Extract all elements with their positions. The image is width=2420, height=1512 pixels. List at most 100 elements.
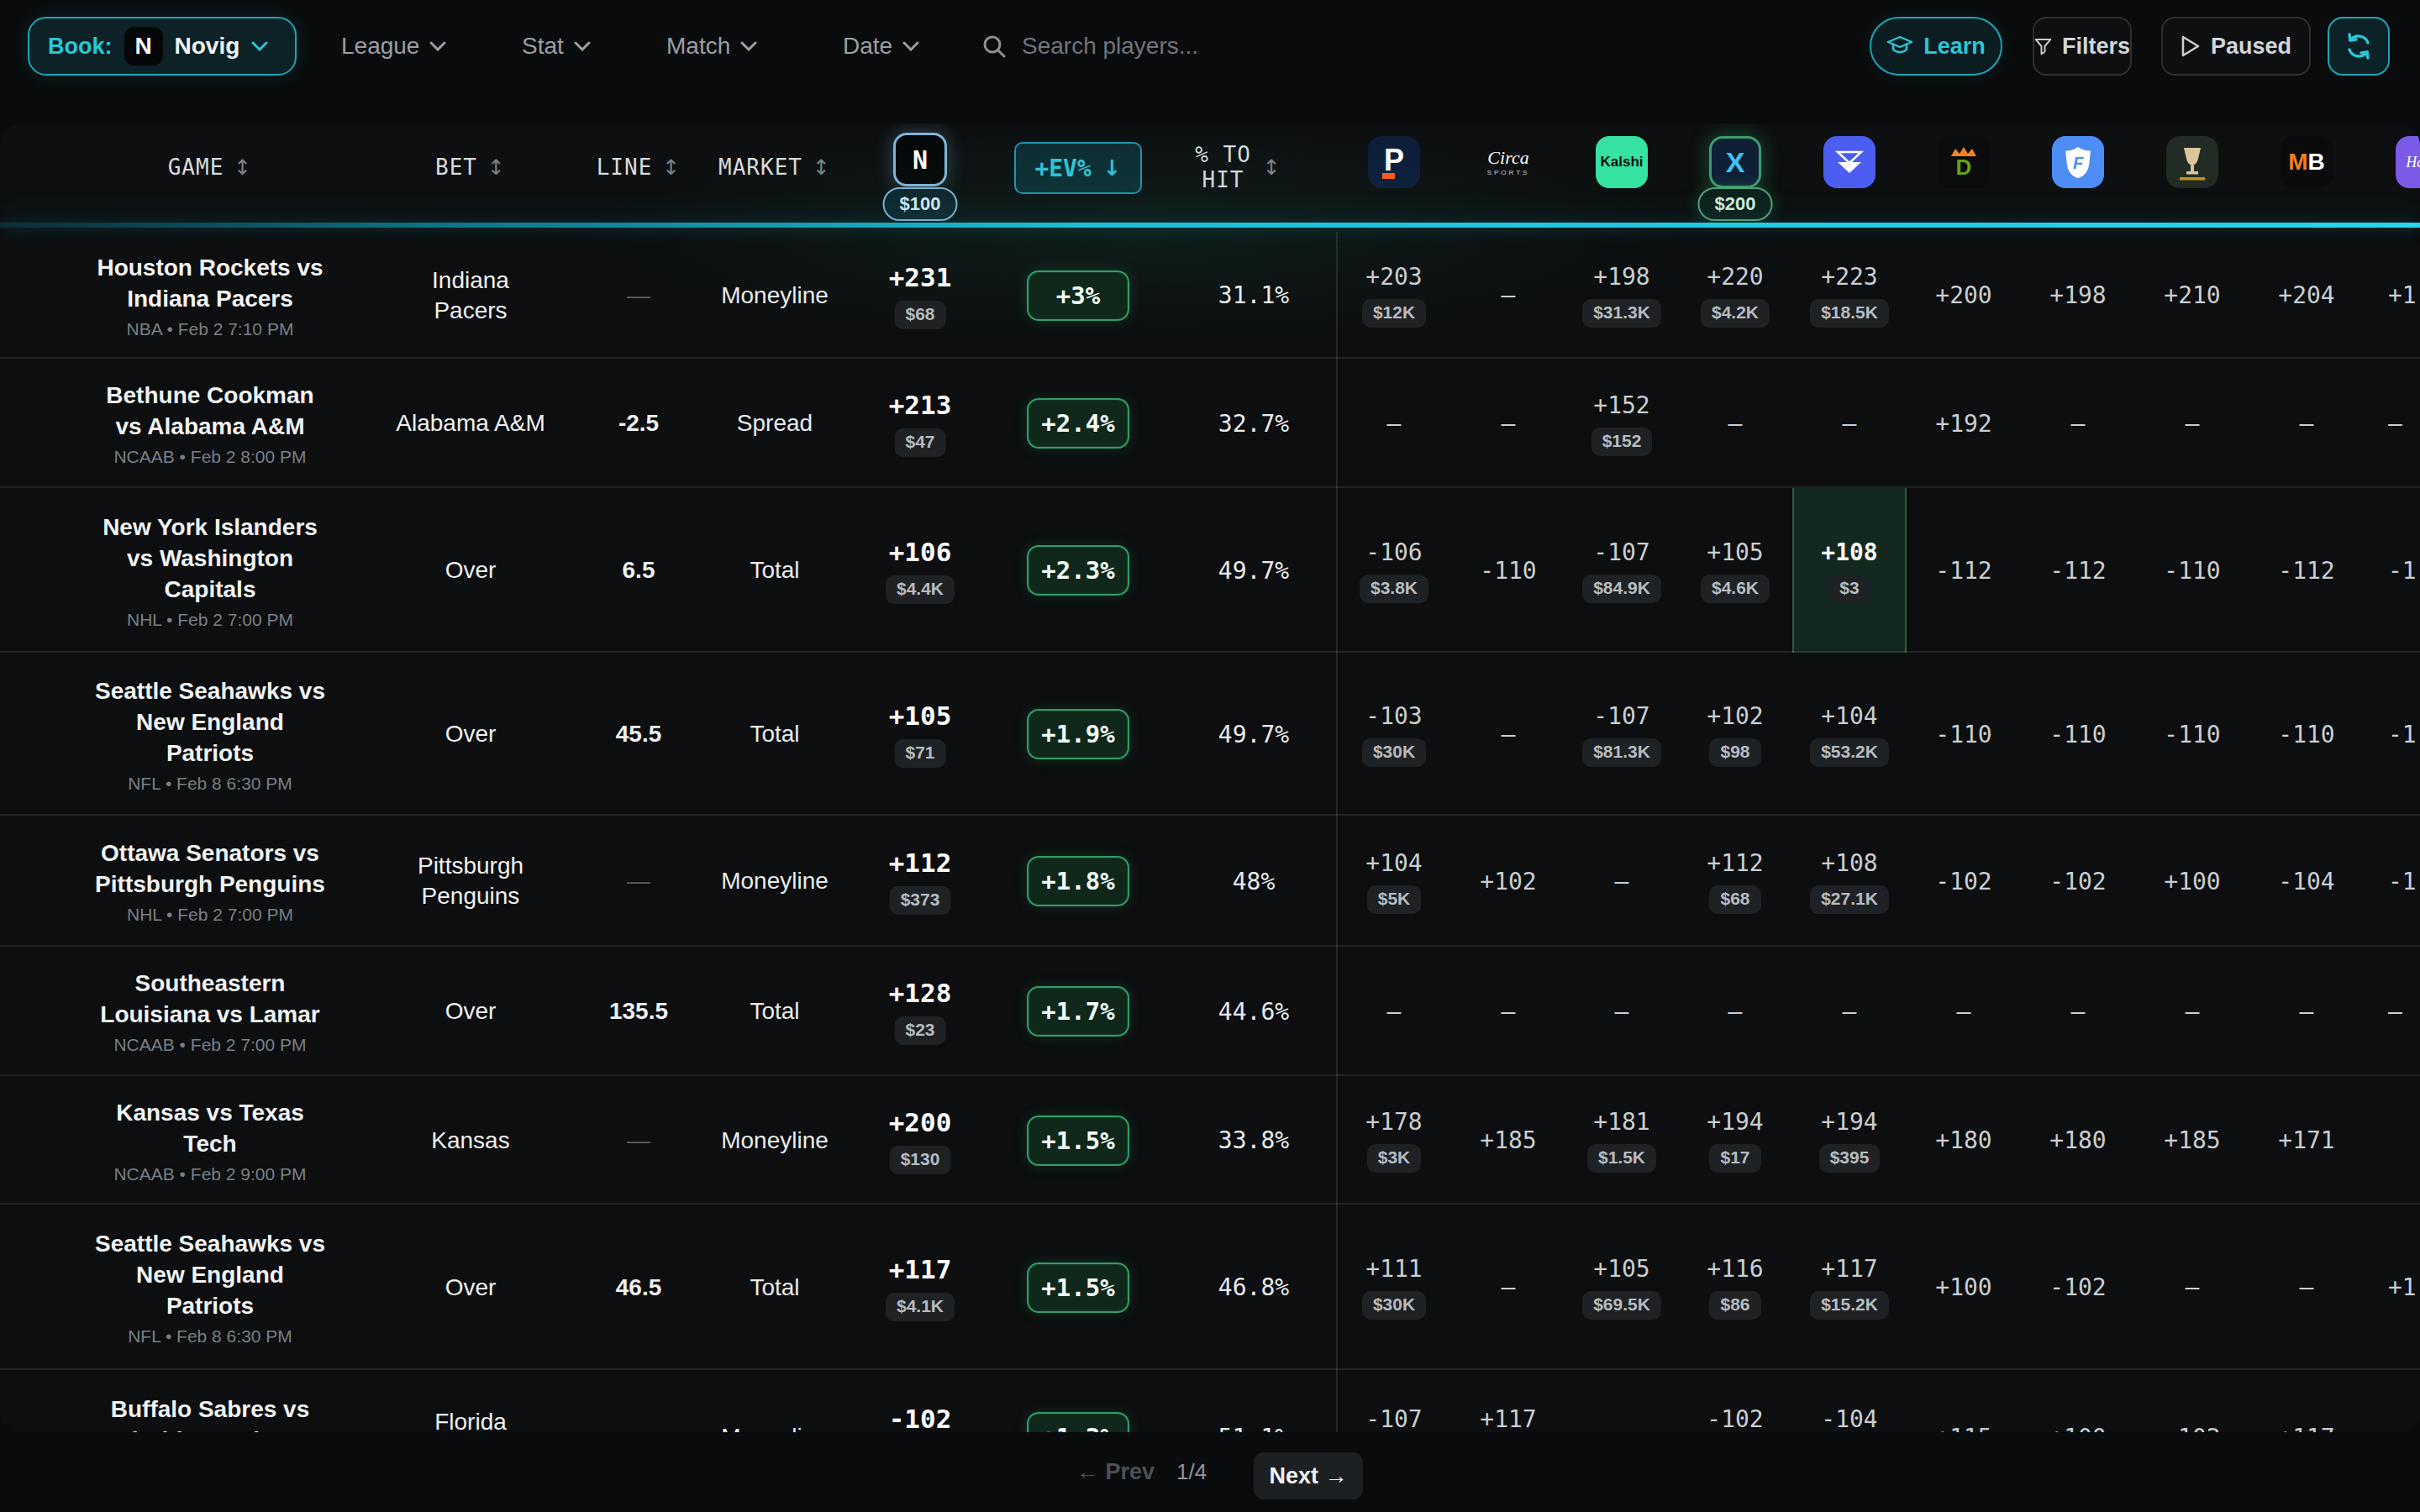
book-odds-cell[interactable]: -107– [1337, 1370, 1451, 1432]
ev-cell[interactable]: +1.5% [1027, 1076, 1129, 1205]
book-icon-prizepicks[interactable]: P [1368, 136, 1420, 188]
book-icon-mybookie[interactable]: MB [2281, 136, 2333, 188]
book-odds-cell[interactable]: -107$84.9K [1565, 488, 1679, 653]
book-odds-cell[interactable]: — [1337, 359, 1451, 488]
book-odds-cell[interactable]: — [1907, 947, 2021, 1076]
novig-odds-cell[interactable]: +128$23 [889, 947, 952, 1076]
ev-cell[interactable]: +1.3% [1027, 1370, 1129, 1432]
ev-sort-button[interactable]: +EV%↓ [1014, 142, 1142, 194]
book-odds-cell[interactable]: +117– [1451, 1370, 1565, 1432]
book-odds-cell[interactable]: +152$152 [1565, 359, 1679, 488]
ev-cell[interactable]: +1.8% [1027, 816, 1129, 947]
book-odds-cell[interactable]: -102 [2135, 1370, 2249, 1432]
book-odds-cell[interactable]: +105$69.5K [1565, 1205, 1679, 1370]
book-odds-cell[interactable]: +203$12K [1337, 232, 1451, 359]
book-odds-cell[interactable]: — [1678, 947, 1792, 1076]
book-odds-cell[interactable]: -106$3.8K [1337, 488, 1451, 653]
book-odds-cell[interactable]: +185 [1451, 1076, 1565, 1205]
filters-button[interactable]: Filters [2033, 17, 2132, 76]
book-odds-cell[interactable]: -112 [1907, 488, 2021, 653]
book-odds-cell[interactable]: +181$1.5K [1565, 1076, 1679, 1205]
ev-cell[interactable]: +1.7% [1027, 947, 1129, 1076]
book-odds-cell[interactable]: -103$30K [1337, 653, 1451, 816]
book-odds-cell[interactable]: +102$98 [1678, 653, 1792, 816]
novig-odds-cell[interactable]: +200$130 [889, 1076, 952, 1205]
book-odds-cell[interactable]: -110 [1907, 653, 2021, 816]
book-odds-cell[interactable]: -112 [2021, 488, 2135, 653]
ev-cell[interactable]: +1.9% [1027, 653, 1129, 816]
book-odds-cell[interactable]: — [1565, 947, 1679, 1076]
book-odds-cell[interactable]: — [1451, 359, 1565, 488]
book-odds-cell[interactable]: -110 [2249, 653, 2364, 816]
book-odds-cell[interactable]: -104– [1792, 1370, 1907, 1432]
book-odds-cell[interactable]: — [2249, 359, 2364, 488]
book-icon-fanduel[interactable]: F [2052, 136, 2104, 188]
book-odds-cell[interactable]: +116$86 [1678, 1205, 1792, 1370]
column-header-game[interactable]: GAME↕ [168, 123, 253, 211]
book-odds-cell[interactable]: +192 [1907, 359, 2021, 488]
novig-book-icon[interactable]: N [893, 133, 947, 186]
book-odds-cell[interactable]: +178$3K [1337, 1076, 1451, 1205]
book-odds-cell[interactable]: — [2249, 1205, 2364, 1370]
book-odds-cell[interactable]: — [2249, 947, 2364, 1076]
book-odds-cell[interactable]: +223$18.5K [1792, 232, 1907, 359]
book-odds-cell[interactable]: — [2021, 359, 2135, 488]
book-odds-cell[interactable]: — [1792, 359, 1907, 488]
book-odds-cell[interactable]: +117$15.2K [1792, 1205, 1907, 1370]
refresh-button[interactable] [2328, 17, 2390, 76]
book-odds-cell[interactable]: -110 [2135, 653, 2249, 816]
book-odds-cell[interactable]: +115 [1907, 1370, 2021, 1432]
novig-odds-cell[interactable]: +231$68 [889, 232, 952, 359]
book-odds-cell[interactable]: +200 [1907, 232, 2021, 359]
novig-odds-cell[interactable]: -102$9K [889, 1370, 952, 1432]
book-odds-cell[interactable]: +104$5K [1337, 816, 1451, 947]
book-odds-cell[interactable]: +100 [2021, 1370, 2135, 1432]
search-input[interactable]: Search players... [981, 17, 1198, 76]
book-odds-cell[interactable]: — [2021, 947, 2135, 1076]
book-odds-cell[interactable]: — [1792, 947, 1907, 1076]
book-odds-cell[interactable]: — [1337, 947, 1451, 1076]
book-odds-cell[interactable]: +102 [1451, 816, 1565, 947]
book-icon-sporttrade[interactable] [1823, 136, 1876, 188]
book-icon-trophy-book[interactable] [2166, 136, 2218, 188]
novig-odds-cell[interactable]: +106$4.4K [886, 488, 955, 653]
paused-button[interactable]: Paused [2161, 17, 2311, 76]
book-odds-cell[interactable]: +185 [2135, 1076, 2249, 1205]
book-odds-cell[interactable]: -104 [2249, 816, 2364, 947]
novig-odds-cell[interactable]: +117$4.1K [886, 1205, 955, 1370]
book-odds-cell[interactable]: — [1565, 816, 1679, 947]
book-odds-cell[interactable]: +198$31.3K [1565, 232, 1679, 359]
book-odds-cell[interactable]: -110 [2021, 653, 2135, 816]
book-odds-cell[interactable]: -110 [1451, 488, 1565, 653]
book-odds-cell[interactable]: +108$27.1K [1792, 816, 1907, 947]
book-odds-cell[interactable]: — [1565, 1370, 1679, 1432]
book-icon-prophetx[interactable]: X [1709, 136, 1761, 188]
book-odds-cell[interactable]: +180 [2021, 1076, 2135, 1205]
column-header-line[interactable]: LINE↕ [597, 123, 681, 211]
ev-cell[interactable]: +2.3% [1027, 488, 1129, 653]
book-odds-cell[interactable]: +171 [2249, 1076, 2364, 1205]
book-odds-cell[interactable]: — [1451, 232, 1565, 359]
book-odds-cell[interactable]: — [2135, 947, 2249, 1076]
next-button[interactable]: Next → [1254, 1452, 1363, 1499]
pct-to-hit-header[interactable]: % TOHIT↕ [1195, 123, 1281, 211]
book-odds-cell[interactable]: -102 [1907, 816, 2021, 947]
book-odds-cell[interactable]: -102 [2021, 816, 2135, 947]
book-odds-cell[interactable]: +112$68 [1678, 816, 1792, 947]
book-odds-cell[interactable]: +104$53.2K [1792, 653, 1907, 816]
book-odds-cell[interactable]: — [2135, 359, 2249, 488]
book-icon-kalshi[interactable]: Kalshi [1596, 136, 1648, 188]
book-odds-cell[interactable]: +105$4.6K [1678, 488, 1792, 653]
book-odds-cell[interactable]: +180 [1907, 1076, 2021, 1205]
novig-odds-cell[interactable]: +105$71 [889, 653, 952, 816]
book-odds-cell[interactable]: -102– [1678, 1370, 1792, 1432]
book-icon-hardrock[interactable]: Hard [2396, 136, 2420, 188]
book-odds-cell[interactable]: +108$3 [1792, 488, 1907, 653]
book-icon-draftkings[interactable]: D [1938, 136, 1990, 188]
book-odds-cell[interactable]: — [1451, 1205, 1565, 1370]
book-odds-cell[interactable]: -107$81.3K [1565, 653, 1679, 816]
novig-odds-cell[interactable]: +112$373 [889, 816, 952, 947]
learn-button[interactable]: Learn [1870, 17, 2002, 76]
book-odds-cell[interactable]: +100 [2135, 816, 2249, 947]
book-odds-cell[interactable]: +194$17 [1678, 1076, 1792, 1205]
